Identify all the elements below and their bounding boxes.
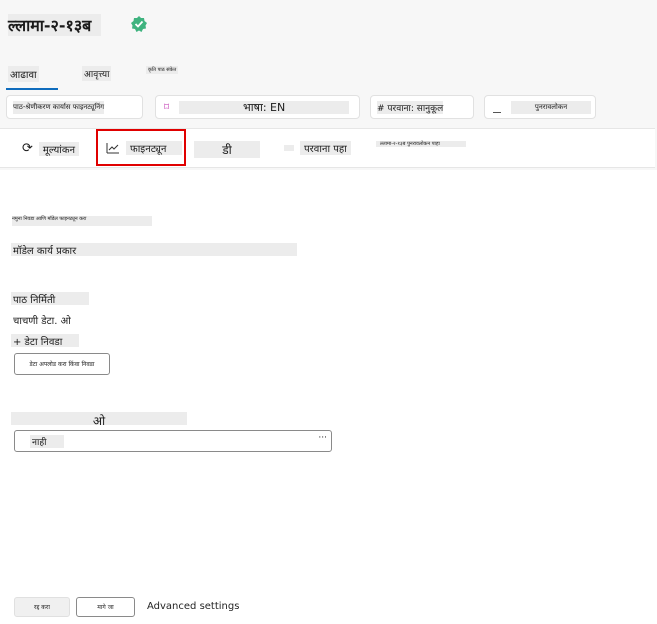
- model-task-label: मॉडेल कार्य प्रकार: [11, 243, 297, 257]
- add-data-link[interactable]: + डेटा निवडा: [11, 334, 79, 348]
- refresh-icon: ⟳: [22, 141, 33, 156]
- select-dropdown[interactable]: नाही ···: [14, 430, 332, 452]
- more-actions-link[interactable]: ल्लामा-२-१३ब पुनरावलोकन पाहा: [376, 141, 466, 147]
- view-license-button[interactable]: परवाना पहा: [284, 141, 351, 155]
- document-icon: [493, 102, 501, 113]
- pill-license[interactable]: # परवाना: सानुकूल: [370, 95, 474, 119]
- pill-task[interactable]: पाठ-श्रेणीकरण कार्यास फाइनट्यूनिंग: [6, 95, 143, 119]
- option-label: ओ: [11, 412, 187, 428]
- deploy-label: डी: [194, 141, 260, 158]
- license-icon: [284, 145, 294, 151]
- advanced-settings-link[interactable]: Advanced settings: [147, 601, 239, 612]
- pill-license-label: # परवाना: सानुकूल: [377, 100, 444, 114]
- cancel-button[interactable]: रद्द करा: [14, 597, 70, 617]
- text-generation-label: पाठ निर्मिती: [11, 292, 89, 306]
- pill-task-label: पाठ-श्रेणीकरण कार्यास फाइनट्यूनिंग: [13, 100, 105, 114]
- evaluate-label: मूल्यांकन: [38, 141, 80, 156]
- deploy-button[interactable]: डी: [194, 141, 260, 158]
- tab-versions[interactable]: आवृत्त्या: [82, 66, 112, 81]
- active-tab-indicator: [6, 88, 58, 90]
- verified-badge-icon: [131, 16, 147, 32]
- more-actions-label: ल्लामा-२-१३ब पुनरावलोकन पाहा: [376, 141, 466, 147]
- test-data-label: चाचणी डेटा. ओ: [11, 313, 89, 327]
- pill-language-label: भाषा: EN: [179, 100, 350, 114]
- view-license-label: परवाना पहा: [300, 141, 351, 155]
- model-title: ल्लामा-२-१३ब: [8, 14, 102, 36]
- section-hint: नमुना निवडा आणि मॉडेल फाइनट्यून करा: [12, 216, 152, 226]
- tab-artifacts[interactable]: कृति पाठ संकेत: [146, 66, 179, 74]
- back-button[interactable]: मागे जा: [76, 597, 135, 617]
- select-value: नाही: [30, 435, 64, 448]
- evaluate-button[interactable]: ⟳ मूल्यांकन: [22, 141, 80, 156]
- tag-icon: ⌑: [164, 101, 170, 113]
- browse-data-button[interactable]: डेटा अपलोड करा किंवा निवडा: [14, 353, 110, 375]
- pill-review[interactable]: पुनरावलोकन: [484, 95, 596, 119]
- more-icon: ···: [318, 433, 327, 443]
- pill-review-label: पुनरावलोकन: [511, 100, 591, 114]
- tab-overview[interactable]: आढावा: [8, 66, 39, 82]
- finetune-highlight-box: [96, 129, 186, 166]
- pill-language[interactable]: ⌑ भाषा: EN: [155, 95, 360, 119]
